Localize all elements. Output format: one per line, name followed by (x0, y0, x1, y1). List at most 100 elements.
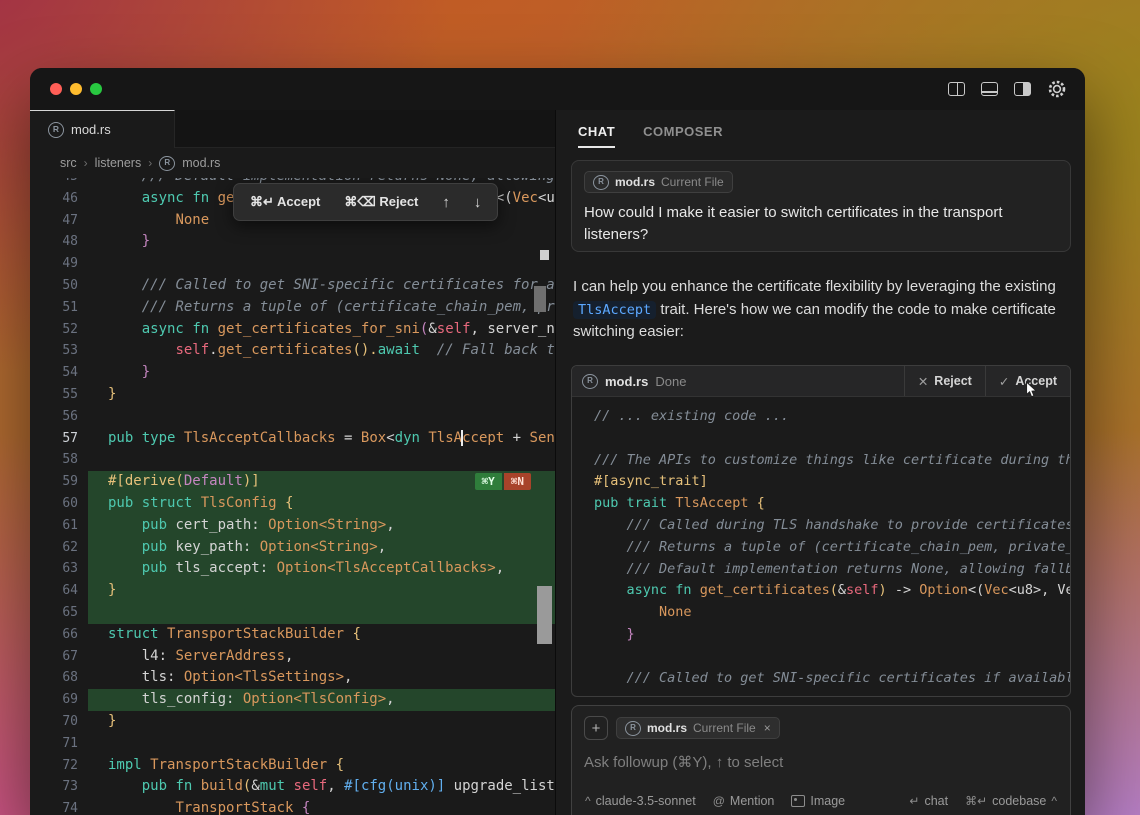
code-line[interactable]: /// Called to get SNI-specific certifica… (572, 668, 1070, 690)
input-context-chip[interactable]: R mod.rs Current File × (616, 717, 780, 739)
line-number: 61 (30, 515, 88, 537)
code-line[interactable]: 49 (30, 253, 555, 275)
code-text: /// Returns a tuple of (certificate_chai… (572, 537, 1070, 559)
code-line[interactable]: 70} (30, 711, 555, 733)
reject-hunk-badge[interactable]: ⌘N (504, 473, 531, 490)
inline-code-tlsaccept[interactable]: TlsAccept (573, 301, 656, 319)
breadcrumb-item-listeners[interactable]: listeners (95, 156, 142, 170)
code-line[interactable]: 65 (30, 602, 555, 624)
code-line[interactable]: 74 TransportStack { (30, 798, 555, 815)
code-text (88, 253, 555, 275)
reject-edit-button[interactable]: ✕ Reject (904, 366, 985, 396)
context-file-chip[interactable]: R mod.rs Current File (584, 171, 733, 193)
chat-input-placeholder[interactable]: Ask followup (⌘Y), ↑ to select (584, 753, 1058, 771)
breadcrumb-item-src[interactable]: src (60, 156, 77, 170)
code-text: pub trait TlsAccept { (572, 493, 1070, 515)
code-line[interactable]: 50 /// Called to get SNI-specific certif… (30, 275, 555, 297)
code-line[interactable] (572, 428, 1070, 450)
code-line[interactable]: /// Returns a tuple of (certificate_chai… (572, 537, 1070, 559)
code-editor[interactable]: 45 /// Default implementation returns No… (30, 178, 555, 815)
accept-hunk-badge[interactable]: ⌘Y (475, 473, 502, 490)
next-diff-button[interactable]: ↓ (474, 194, 482, 211)
code-line[interactable]: 54 } (30, 362, 555, 384)
chat-tab-bar: CHAT COMPOSER (556, 110, 1085, 148)
code-text: pub fn build(&mut self, #[cfg(unix)] upg… (88, 776, 555, 798)
code-line[interactable]: // ... existing code ... (572, 406, 1070, 428)
close-window-button[interactable] (50, 83, 62, 95)
code-line[interactable]: #[async_trait] (572, 471, 1070, 493)
tab-mod-rs[interactable]: R mod.rs (30, 110, 175, 148)
line-number: 74 (30, 798, 88, 815)
user-message-text: How could I make it easier to switch cer… (584, 202, 1058, 246)
code-line[interactable]: 56 (30, 406, 555, 428)
breadcrumb: src › listeners › R mod.rs (30, 148, 555, 178)
user-message-card: R mod.rs Current File How could I make i… (571, 160, 1071, 252)
breadcrumb-item-file[interactable]: mod.rs (182, 156, 220, 170)
model-selector[interactable]: ^ claude-3.5-sonnet (585, 794, 696, 808)
tab-composer[interactable]: COMPOSER (643, 124, 723, 148)
code-text: async fn get_certificates_for_sni(&self,… (88, 319, 555, 341)
chat-input-box[interactable]: + R mod.rs Current File × Ask followup (… (571, 705, 1071, 815)
line-number: 47 (30, 210, 88, 232)
submit-chat-button[interactable]: ↵ chat (909, 794, 948, 808)
remove-context-icon[interactable]: × (764, 721, 771, 735)
model-name: claude-3.5-sonnet (596, 794, 696, 808)
x-icon: ✕ (918, 374, 928, 389)
code-line[interactable]: 51 /// Returns a tuple of (certificate_c… (30, 297, 555, 319)
mention-button[interactable]: @ Mention (713, 794, 775, 808)
code-text: l4: ServerAddress, (88, 646, 555, 668)
tab-chat[interactable]: CHAT (578, 124, 615, 148)
code-line[interactable]: 66struct TransportStackBuilder { (30, 624, 555, 646)
code-line[interactable]: 61 pub cert_path: Option<String>, (30, 515, 555, 537)
code-line[interactable]: 55} (30, 384, 555, 406)
line-number: 50 (30, 275, 88, 297)
code-line[interactable]: /// Called during TLS handshake to provi… (572, 515, 1070, 537)
code-line[interactable]: 53 self.get_certificates().await // Fall… (30, 340, 555, 362)
code-line[interactable]: 67 l4: ServerAddress, (30, 646, 555, 668)
code-line[interactable]: 71 (30, 733, 555, 755)
code-line[interactable]: /// Default implementation returns None,… (572, 559, 1070, 581)
code-line[interactable]: /// The APIs to customize things like ce… (572, 450, 1070, 472)
assistant-message-text: I can help you enhance the certificate f… (573, 276, 1073, 344)
code-line[interactable]: 69 tls_config: Option<TlsConfig>, (30, 689, 555, 711)
code-line[interactable]: 63 pub tls_accept: Option<TlsAcceptCallb… (30, 558, 555, 580)
titlebar (30, 68, 1085, 110)
toggle-panel-icon[interactable] (981, 82, 998, 96)
code-line[interactable]: 57pub type TlsAcceptCallbacks = Box<dyn … (30, 428, 555, 450)
reject-all-button[interactable]: ⌘⌫ Reject (344, 194, 418, 210)
accept-all-button[interactable]: ⌘↵ Accept (250, 194, 320, 210)
add-context-button[interactable]: + (584, 716, 608, 740)
code-line[interactable]: 72impl TransportStackBuilder { (30, 755, 555, 777)
code-line[interactable] (572, 646, 1070, 668)
submit-codebase-button[interactable]: ⌘↵ codebase ^ (965, 794, 1057, 808)
minimize-window-button[interactable] (70, 83, 82, 95)
code-line[interactable]: 58 (30, 449, 555, 471)
code-text: /// The APIs to customize things like ce… (572, 450, 1070, 472)
code-line[interactable]: } (572, 624, 1070, 646)
code-line[interactable]: 64} (30, 580, 555, 602)
code-text: /// Default implementation returns None,… (572, 559, 1070, 581)
rust-file-icon: R (48, 122, 64, 138)
code-line[interactable]: 48 } (30, 231, 555, 253)
code-line[interactable]: None (572, 602, 1070, 624)
code-line[interactable]: 68 tls: Option<TlsSettings>, (30, 667, 555, 689)
code-line[interactable]: 62 pub key_path: Option<String>, (30, 537, 555, 559)
code-line[interactable]: 60pub struct TlsConfig { (30, 493, 555, 515)
code-text: /// Called to get SNI-specific certifica… (572, 668, 1070, 690)
prev-diff-button[interactable]: ↑ (442, 194, 450, 211)
code-line[interactable]: 52 async fn get_certificates_for_sni(&se… (30, 319, 555, 341)
code-line[interactable]: 73 pub fn build(&mut self, #[cfg(unix)] … (30, 776, 555, 798)
diff-keyboard-badges: ⌘Y ⌘N (475, 473, 532, 490)
line-number: 67 (30, 646, 88, 668)
line-number: 55 (30, 384, 88, 406)
toggle-sidebar-right-icon[interactable] (1014, 82, 1031, 96)
split-editor-icon[interactable] (948, 82, 965, 96)
code-line[interactable]: pub trait TlsAccept { (572, 493, 1070, 515)
code-line[interactable]: async fn get_certificates(&self) -> Opti… (572, 580, 1070, 602)
scrollbar-thumb[interactable] (537, 586, 552, 644)
image-button[interactable]: Image (791, 794, 845, 808)
zoom-window-button[interactable] (90, 83, 102, 95)
settings-gear-icon[interactable] (1047, 79, 1067, 99)
line-number: 66 (30, 624, 88, 646)
code-text: tls_config: Option<TlsConfig>, (88, 689, 555, 711)
